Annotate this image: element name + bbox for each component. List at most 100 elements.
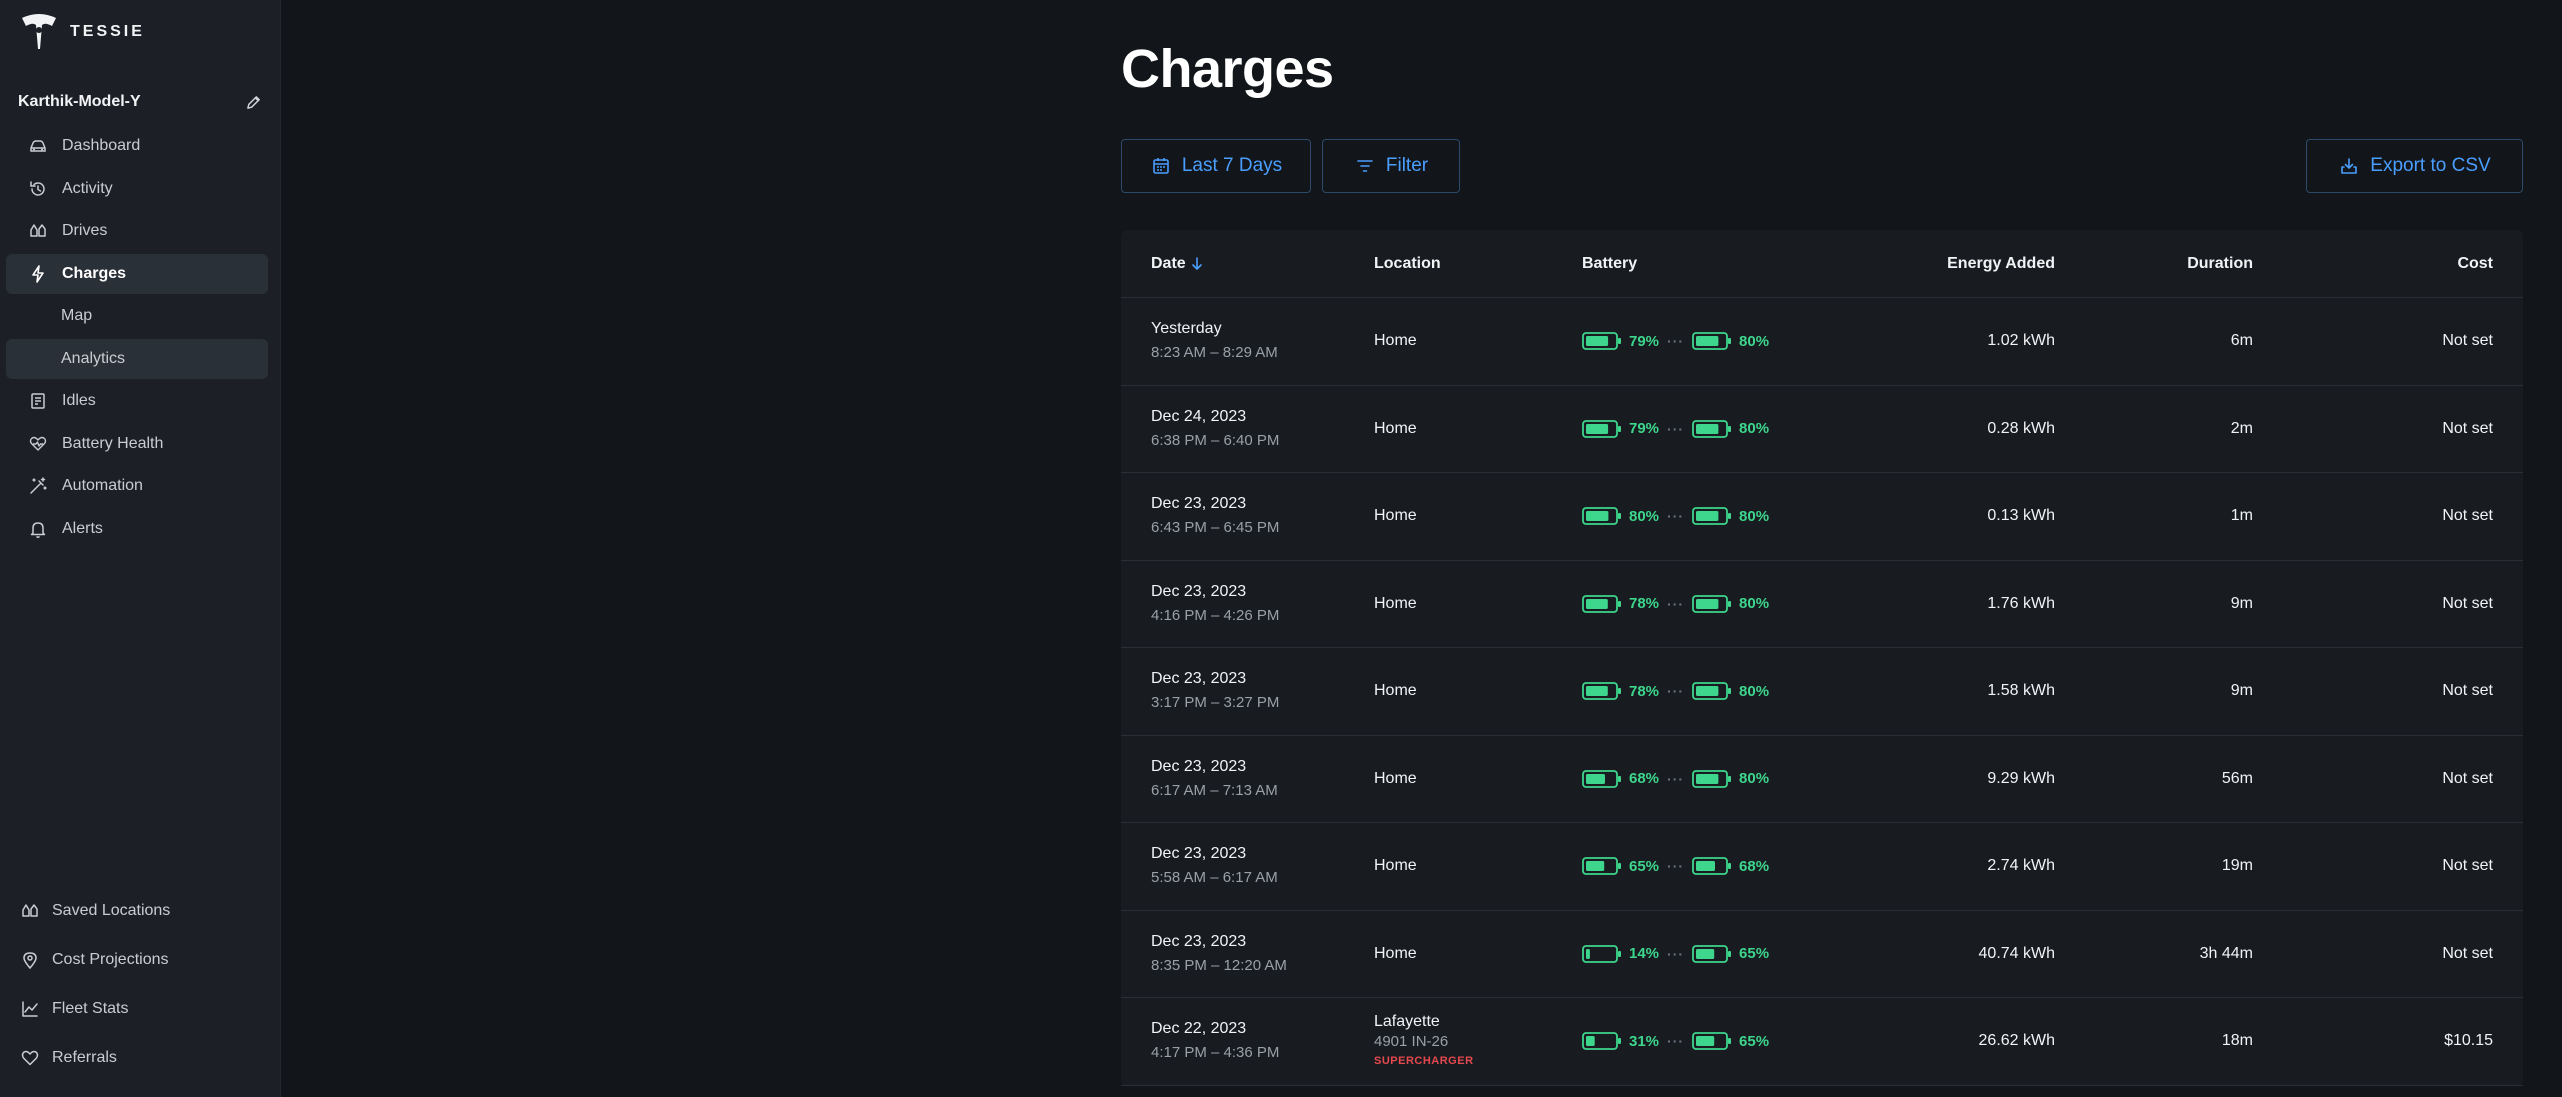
cell-energy-added: 2.74 kWh	[1987, 857, 2055, 875]
cell-battery: 79% ··· 80%	[1582, 332, 1874, 351]
cell-energy-added: 0.13 kWh	[1987, 507, 2055, 525]
sidebar-item-label: Alerts	[62, 519, 103, 537]
sidebar-item-label: Battery Health	[62, 434, 164, 452]
battery-icon	[1692, 507, 1732, 526]
table-row[interactable]: Dec 23, 2023 4:16 PM – 4:26 PM Home 78% …	[1121, 561, 2523, 648]
drives-icon	[28, 221, 48, 241]
sidebar-item-activity[interactable]: Activity	[6, 169, 268, 209]
sidebar-item-dashboard[interactable]: Dashboard	[6, 126, 268, 166]
filter-button[interactable]: Filter	[1322, 139, 1460, 193]
column-header-cost[interactable]: Cost	[2253, 255, 2523, 273]
sidebar-item-label: Charges	[62, 264, 127, 282]
cell-battery: 79% ··· 80%	[1582, 419, 1874, 438]
cell-duration: 6m	[2230, 332, 2253, 350]
logo-text: TESSIE	[70, 23, 145, 40]
column-header-location[interactable]: Location	[1374, 255, 1582, 273]
vehicle-selector[interactable]: Karthik-Model-Y	[18, 90, 262, 114]
cell-duration: 9m	[2230, 682, 2253, 700]
history-icon	[28, 179, 48, 199]
cell-date: Dec 23, 2023 5:58 AM – 6:17 AM	[1121, 842, 1374, 890]
battery-start-percent: 65%	[1629, 857, 1660, 875]
cell-energy-added: 9.29 kWh	[1987, 769, 2055, 787]
battery-end-percent: 80%	[1739, 770, 1770, 788]
battery-icon	[1692, 944, 1732, 963]
sidebar: TESSIE Karthik-Model-Y Dashboard Activit…	[0, 0, 281, 1097]
cell-energy-added: 1.76 kWh	[1987, 594, 2055, 612]
column-header-date[interactable]: Date	[1121, 255, 1374, 273]
sidebar-item-label: Saved Locations	[52, 902, 171, 919]
cell-duration: 1m	[2230, 507, 2253, 525]
column-header-energy[interactable]: Energy Added	[1874, 255, 2055, 273]
pin-icon	[20, 950, 40, 970]
sidebar-item-label: Map	[61, 307, 93, 324]
table-row[interactable]: Yesterday 8:23 AM – 8:29 AM Home 79% ···	[1121, 298, 2523, 386]
sidebar-item-label: Fleet Stats	[52, 1000, 129, 1017]
charge-time-range: 4:17 PM – 4:36 PM	[1151, 1044, 1280, 1062]
battery-start-percent: 31%	[1629, 1032, 1660, 1050]
sidebar-item-drives[interactable]: Drives	[6, 211, 268, 251]
table-header: Date Location Battery Energy Added Durat…	[1121, 230, 2523, 298]
table-row[interactable]: Dec 24, 2023 6:38 PM – 6:40 PM Home 79% …	[1121, 386, 2523, 473]
cell-date: Dec 22, 2023 4:17 PM – 4:36 PM	[1121, 1017, 1374, 1065]
sidebar-item-map[interactable]: Map	[6, 296, 268, 336]
column-header-duration[interactable]: Duration	[2055, 255, 2253, 273]
battery-start-percent: 68%	[1629, 770, 1660, 788]
sidebar-item-idles[interactable]: Idles	[6, 381, 268, 421]
cell-date: Dec 23, 2023 6:43 PM – 6:45 PM	[1121, 492, 1374, 540]
charges-table: Date Location Battery Energy Added Durat…	[1121, 230, 2523, 1086]
sidebar-item-saved-locations[interactable]: Saved Locations	[6, 888, 268, 934]
pencil-icon[interactable]	[244, 93, 262, 111]
calendar-icon	[1150, 155, 1172, 177]
battery-icon	[1582, 682, 1621, 701]
location-name: Home	[1374, 944, 1417, 962]
cell-duration: 18m	[2221, 1032, 2253, 1050]
chart-icon	[20, 999, 40, 1019]
cell-location: Home	[1374, 507, 1582, 525]
battery-start-percent: 78%	[1629, 682, 1660, 700]
battery-icon	[1582, 419, 1621, 438]
filter-label: Filter	[1385, 155, 1429, 176]
table-row[interactable]: Dec 23, 2023 6:43 PM – 6:45 PM Home 80% …	[1121, 473, 2523, 561]
cell-cost: Not set	[2442, 419, 2493, 437]
battery-end-percent: 65%	[1739, 945, 1770, 963]
battery-start-percent: 14%	[1629, 945, 1660, 963]
table-row[interactable]: Dec 23, 2023 3:17 PM – 3:27 PM Home 78% …	[1121, 648, 2523, 736]
table-row[interactable]: Dec 23, 2023 5:58 AM – 6:17 AM Home 65% …	[1121, 823, 2523, 911]
location-name: Home	[1374, 332, 1417, 350]
sidebar-item-analytics[interactable]: Analytics	[6, 338, 268, 379]
battery-start-percent: 79%	[1629, 420, 1660, 438]
sidebar-item-charges[interactable]: Charges	[6, 253, 268, 294]
table-row[interactable]: Dec 22, 2023 4:17 PM – 4:36 PM Lafayette…	[1121, 998, 2523, 1086]
cell-energy-added: 40.74 kWh	[1978, 944, 2055, 962]
location-name: Home	[1374, 769, 1417, 787]
cell-battery: 80% ··· 80%	[1582, 507, 1874, 526]
table-row[interactable]: Dec 23, 2023 6:17 AM – 7:13 AM Home 68% …	[1121, 736, 2523, 823]
sidebar-item-label: Referrals	[52, 1049, 117, 1066]
filter-icon	[1354, 155, 1376, 177]
sidebar-item-battery-health[interactable]: Battery Health	[6, 424, 268, 464]
battery-dots-separator: ···	[1667, 333, 1685, 350]
sidebar-item-cost-projections[interactable]: Cost Projections	[6, 937, 268, 983]
battery-dots-separator: ···	[1667, 858, 1685, 875]
cell-battery: 78% ··· 80%	[1582, 682, 1874, 701]
cell-cost: Not set	[2442, 682, 2493, 700]
battery-end-percent: 65%	[1739, 1032, 1770, 1050]
sidebar-item-automation[interactable]: Automation	[6, 466, 268, 506]
column-header-battery[interactable]: Battery	[1582, 255, 1874, 273]
table-row[interactable]: Dec 23, 2023 8:35 PM – 12:20 AM Home 14%…	[1121, 911, 2523, 998]
charge-date: Dec 24, 2023	[1151, 407, 1247, 425]
sidebar-item-alerts[interactable]: Alerts	[6, 509, 268, 549]
date-range-button[interactable]: Last 7 Days	[1121, 139, 1311, 193]
battery-icon	[1692, 1032, 1732, 1051]
bell-icon	[28, 519, 48, 539]
battery-dots-separator: ···	[1667, 508, 1685, 525]
sidebar-item-referrals[interactable]: Referrals	[6, 1035, 268, 1081]
map-icon	[20, 901, 40, 921]
page-title: Charges	[1121, 39, 1334, 99]
battery-icon	[1582, 944, 1621, 963]
sidebar-item-fleet-stats[interactable]: Fleet Stats	[6, 986, 268, 1032]
battery-icon	[1582, 332, 1621, 351]
tessie-logo[interactable]: TESSIE	[18, 12, 145, 52]
charge-time-range: 6:17 AM – 7:13 AM	[1151, 781, 1278, 799]
export-csv-button[interactable]: Export to CSV	[2306, 139, 2523, 193]
